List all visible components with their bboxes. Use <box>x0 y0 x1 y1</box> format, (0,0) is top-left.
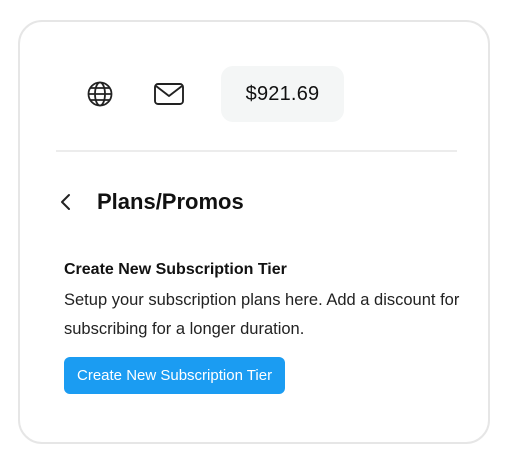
header-divider <box>56 150 457 152</box>
globe-icon[interactable] <box>82 76 118 112</box>
balance-badge: $921.69 <box>221 66 344 122</box>
plans-card: $921.69 Plans/Promos Create New Subscrip… <box>18 20 490 444</box>
page-title: Plans/Promos <box>97 189 244 214</box>
section-description: Setup your subscription plans here. Add … <box>64 291 460 338</box>
section-heading: Create New Subscription Tier <box>64 261 287 278</box>
back-button[interactable] <box>52 188 80 216</box>
chevron-left-icon <box>61 194 70 210</box>
mail-icon[interactable] <box>151 76 187 112</box>
top-bar: $921.69 <box>20 22 488 152</box>
create-subscription-tier-button[interactable]: Create New Subscription Tier <box>64 357 286 394</box>
